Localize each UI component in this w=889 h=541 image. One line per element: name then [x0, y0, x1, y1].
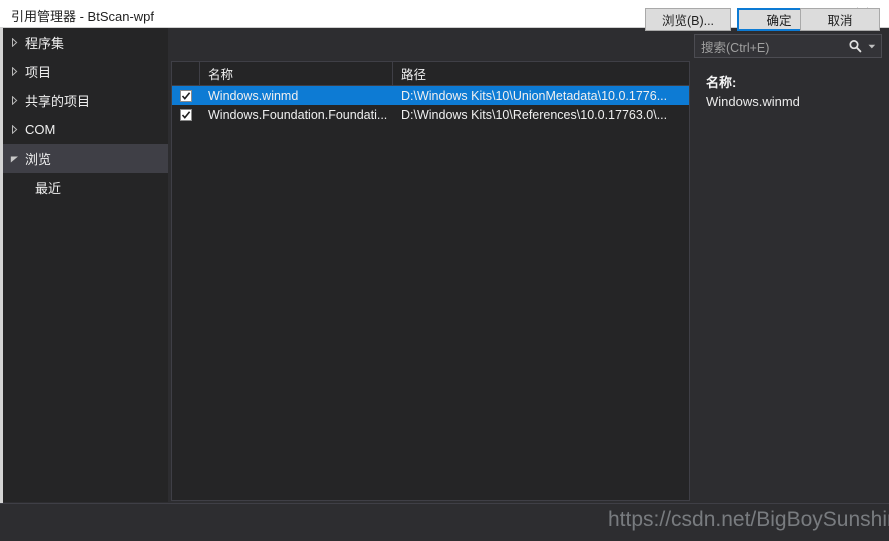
reference-manager-dialog: 引用管理器 - BtScan-wpf ? 程序集 项目: [0, 0, 889, 541]
table-row[interactable]: Windows.Foundation.Foundati... D:\Window…: [172, 105, 689, 124]
chevron-down-icon: [3, 155, 25, 163]
sidebar-item-label: COM: [25, 122, 56, 137]
category-sidebar: 程序集 项目 共享的项目 COM 浏览 最近: [3, 28, 168, 502]
table-row[interactable]: Windows.winmd D:\Windows Kits\10\UnionMe…: [172, 86, 689, 105]
checkbox-checked-icon: [180, 108, 192, 121]
row-name-cell: Windows.Foundation.Foundati...: [208, 107, 388, 122]
sidebar-item-browse[interactable]: 浏览: [3, 144, 168, 173]
chevron-right-icon: [3, 125, 25, 134]
reference-list-panel: 名称 路径 Windows.winmd D:\Windows Kits\10\U…: [171, 61, 690, 501]
detail-name-value: Windows.winmd: [706, 94, 800, 109]
list-rows: Windows.winmd D:\Windows Kits\10\UnionMe…: [172, 86, 689, 124]
chevron-right-icon: [3, 38, 25, 47]
row-path-cell: D:\Windows Kits\10\References\10.0.17763…: [401, 107, 668, 122]
column-header-path[interactable]: 路径: [393, 62, 689, 85]
sidebar-item-recent[interactable]: 最近: [3, 173, 168, 202]
row-path-cell: D:\Windows Kits\10\UnionMetadata\10.0.17…: [401, 88, 668, 103]
browse-button[interactable]: 浏览(B)...: [645, 8, 731, 31]
sidebar-item-label: 项目: [25, 65, 52, 80]
row-name-cell: Windows.winmd: [208, 88, 299, 103]
search-dropdown-button[interactable]: [866, 44, 881, 49]
search-button[interactable]: [844, 39, 866, 53]
sidebar-item-label: 浏览: [25, 152, 52, 167]
chevron-right-icon: [3, 96, 25, 105]
dialog-footer: [0, 503, 889, 541]
search-icon: [849, 40, 862, 53]
sidebar-item-label: 程序集: [25, 36, 65, 51]
cancel-button[interactable]: 取消: [800, 8, 880, 31]
row-checkbox[interactable]: [172, 108, 200, 121]
search-input[interactable]: 搜索(Ctrl+E): [695, 37, 844, 56]
chevron-down-icon: [868, 44, 876, 48]
search-box[interactable]: 搜索(Ctrl+E): [694, 34, 882, 58]
detail-name-label: 名称:: [706, 75, 737, 90]
column-header-checkbox[interactable]: [172, 62, 200, 85]
sidebar-item-shared-projects[interactable]: 共享的项目: [3, 86, 168, 115]
list-header: 名称 路径: [172, 62, 689, 86]
sidebar-item-projects[interactable]: 项目: [3, 57, 168, 86]
sidebar-item-assemblies[interactable]: 程序集: [3, 28, 168, 57]
window-title: 引用管理器 - BtScan-wpf: [11, 9, 155, 24]
sidebar-item-label: 最近: [35, 181, 62, 196]
column-header-name[interactable]: 名称: [200, 62, 393, 85]
checkbox-checked-icon: [180, 89, 192, 102]
row-checkbox[interactable]: [172, 89, 200, 102]
sidebar-item-label: 共享的项目: [25, 94, 91, 109]
sidebar-item-com[interactable]: COM: [3, 115, 168, 144]
detail-panel: 名称: Windows.winmd: [706, 72, 881, 109]
chevron-right-icon: [3, 67, 25, 76]
